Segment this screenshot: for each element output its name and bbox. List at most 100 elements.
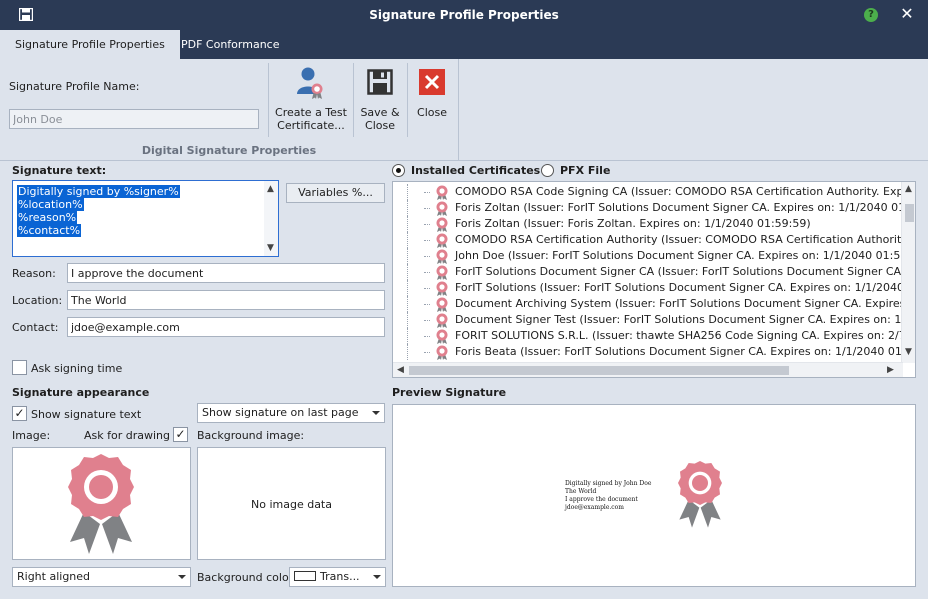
certificate-item[interactable]: Foris Beata (Issuer: ForIT Solutions Doc…: [393, 344, 903, 360]
certificate-icon: [436, 297, 448, 312]
alignment-value: Right aligned: [17, 570, 91, 583]
background-color-label: Background color:: [197, 571, 297, 584]
tree-line: [407, 312, 431, 328]
create-test-certificate-button[interactable]: Create a Test Certificate...: [272, 66, 350, 132]
certificate-item-label: COMODO RSA Certification Authority (Issu…: [455, 233, 903, 246]
scroll-down-icon[interactable]: ▼: [267, 243, 274, 253]
signature-appearance-label: Signature appearance: [12, 386, 150, 399]
help-icon[interactable]: ?: [864, 8, 878, 22]
tree-line: [407, 200, 431, 216]
ask-for-drawing-label: Ask for drawing: [84, 429, 170, 442]
preview-line: jdoe@example.com: [565, 504, 624, 511]
certificate-item-label: Document Archiving System (Issuer: ForIT…: [455, 297, 903, 310]
signature-text-memo[interactable]: Digitally signed by %signer% %location% …: [12, 180, 279, 257]
close-icon[interactable]: ✕: [899, 6, 915, 22]
tree-line: [407, 280, 431, 296]
certificate-icon: [436, 185, 448, 200]
pfx-file-radio[interactable]: [541, 164, 554, 177]
save-close-label-2: Close: [365, 119, 395, 132]
ask-for-drawing-checkbox[interactable]: ✓: [173, 427, 188, 442]
profile-name-label: Signature Profile Name:: [9, 80, 140, 93]
certificate-icon: [436, 233, 448, 248]
ask-signing-time-label: Ask signing time: [31, 362, 123, 375]
certificate-icon: [436, 313, 448, 328]
certificate-item-label: Document Signer Test (Issuer: ForIT Solu…: [455, 313, 903, 326]
save-close-button[interactable]: Save & Close: [357, 69, 403, 132]
ask-signing-time-checkbox[interactable]: [12, 360, 27, 375]
certificate-item-label: COMODO RSA Code Signing CA (Issuer: COMO…: [455, 185, 903, 198]
tree-line: [407, 184, 431, 200]
tree-line: [407, 296, 431, 312]
signature-text-line: %location%: [17, 198, 84, 211]
alignment-select[interactable]: Right aligned: [12, 567, 191, 587]
scroll-right-icon[interactable]: ▶: [887, 365, 894, 375]
reason-input[interactable]: [67, 263, 385, 283]
ribbon-group-separator: [458, 59, 459, 160]
pfx-file-label: PFX File: [560, 164, 611, 177]
close-button[interactable]: Close: [412, 69, 452, 119]
ribbon-separator: [407, 63, 408, 137]
certificate-icon: [436, 201, 448, 216]
certificate-item[interactable]: Foris Zoltan (Issuer: ForIT Solutions Do…: [393, 200, 903, 216]
ribbon-separator: [353, 63, 354, 137]
certificate-item-label: Foris Beata (Issuer: ForIT Solutions Doc…: [455, 345, 903, 358]
ribbon-separator: [268, 63, 269, 137]
preview-signature-text: Digitally signed by John Doe The World I…: [565, 480, 651, 512]
certificate-item-label: Foris Zoltan (Issuer: ForIT Solutions Do…: [455, 201, 903, 214]
tree-line: [407, 264, 431, 280]
certificate-item[interactable]: Document Signer Test (Issuer: ForIT Solu…: [393, 312, 903, 328]
reason-label: Reason:: [12, 267, 56, 280]
background-image-box[interactable]: No image data: [197, 447, 386, 560]
scroll-thumb[interactable]: [905, 204, 914, 222]
show-signature-text-checkbox[interactable]: ✓: [12, 406, 27, 421]
certificate-item[interactable]: ForIT Solutions (Issuer: ForIT Solutions…: [393, 280, 903, 296]
certificate-icon: [436, 217, 448, 232]
tree-line: [407, 216, 431, 232]
page-option-select[interactable]: Show signature on last page: [197, 403, 385, 423]
close-x-icon: [419, 69, 445, 95]
scroll-up-icon[interactable]: ▲: [267, 184, 274, 194]
profile-name-input[interactable]: [9, 109, 259, 129]
page-option-value: Show signature on last page: [202, 406, 359, 419]
tab-bar: Signature Profile Properties PDF Conform…: [0, 30, 928, 59]
background-color-select[interactable]: Trans...: [289, 567, 386, 587]
memo-scrollbar[interactable]: ▲ ▼: [264, 181, 278, 256]
signature-text-line: %contact%: [17, 224, 82, 237]
variables-button[interactable]: Variables %...: [286, 183, 385, 203]
certificate-item[interactable]: Foris Zoltan (Issuer: Foris Zoltan. Expi…: [393, 216, 903, 232]
tree-line: [407, 232, 431, 248]
certificate-item[interactable]: John Doe (Issuer: ForIT Solutions Docume…: [393, 248, 903, 264]
certificate-item[interactable]: FORIT SOLUTIONS S.R.L. (Issuer: thawte S…: [393, 328, 903, 344]
certificate-list-hscrollbar[interactable]: ◀ ▶: [393, 362, 903, 377]
floppy-disk-icon: [367, 69, 393, 95]
close-label: Close: [417, 106, 447, 119]
scroll-up-icon[interactable]: ▲: [905, 184, 912, 194]
certificate-list-vscrollbar[interactable]: ▲ ▼: [901, 182, 915, 363]
certificate-icon: [436, 281, 448, 296]
signature-text-line: Digitally signed by %signer%: [17, 185, 180, 198]
certificate-item[interactable]: Document Archiving System (Issuer: ForIT…: [393, 296, 903, 312]
tab-signature-profile-properties[interactable]: Signature Profile Properties: [0, 30, 180, 59]
certificate-item[interactable]: COMODO RSA Certification Authority (Issu…: [393, 232, 903, 248]
location-input[interactable]: [67, 290, 385, 310]
tree-line: [407, 344, 431, 360]
certificate-item-label: Foris Zoltan (Issuer: Foris Zoltan. Expi…: [455, 217, 811, 230]
background-image-label: Background image:: [197, 429, 305, 442]
signature-image-box[interactable]: [12, 447, 191, 560]
create-test-cert-label-1: Create a Test: [275, 106, 347, 119]
tree-line: [407, 328, 431, 344]
installed-certificates-label: Installed Certificates: [411, 164, 541, 177]
show-signature-text-label: Show signature text: [31, 408, 142, 421]
certificate-list[interactable]: COMODO RSA Code Signing CA (Issuer: COMO…: [392, 181, 916, 378]
certificate-item[interactable]: COMODO RSA Code Signing CA (Issuer: COMO…: [393, 184, 903, 200]
scroll-thumb[interactable]: [409, 366, 789, 375]
scroll-left-icon[interactable]: ◀: [397, 365, 404, 375]
window-title: Signature Profile Properties: [369, 8, 559, 22]
installed-certificates-radio[interactable]: [392, 164, 405, 177]
scroll-down-icon[interactable]: ▼: [905, 347, 912, 357]
tree-line: [407, 248, 431, 264]
tab-pdf-conformance[interactable]: PDF Conformance: [166, 30, 294, 59]
certificate-item[interactable]: ForIT Solutions Document Signer CA (Issu…: [393, 264, 903, 280]
contact-input[interactable]: [67, 317, 385, 337]
create-test-cert-label-2: Certificate...: [277, 119, 345, 132]
